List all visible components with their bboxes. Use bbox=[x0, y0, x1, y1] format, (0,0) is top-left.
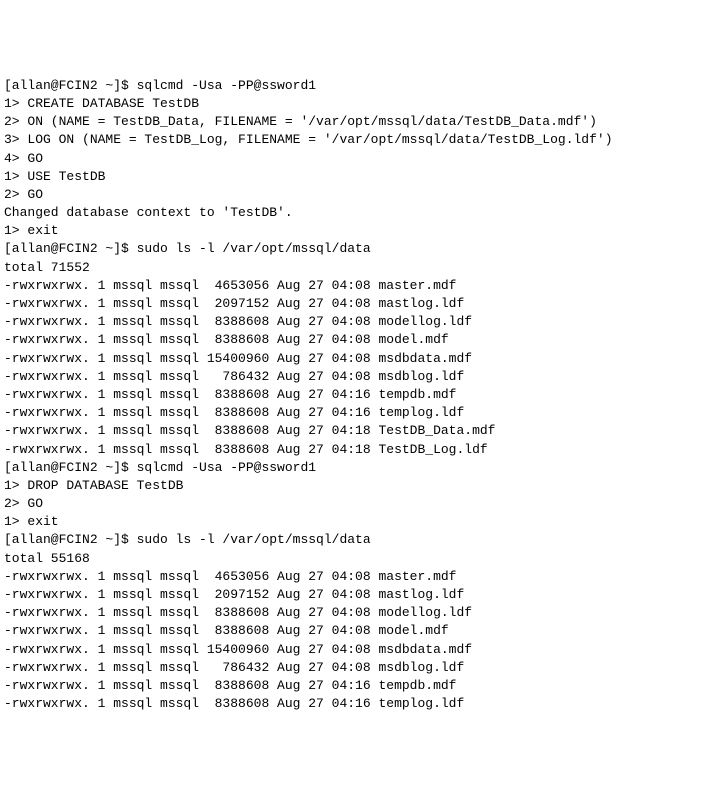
terminal-line: [allan@FCIN2 ~]$ sudo ls -l /var/opt/mss… bbox=[4, 531, 712, 549]
terminal-line: 3> LOG ON (NAME = TestDB_Log, FILENAME =… bbox=[4, 131, 712, 149]
terminal-line: -rwxrwxrwx. 1 mssql mssql 8388608 Aug 27… bbox=[4, 622, 712, 640]
terminal-line: -rwxrwxrwx. 1 mssql mssql 8388608 Aug 27… bbox=[4, 422, 712, 440]
terminal-output: [allan@FCIN2 ~]$ sqlcmd -Usa -PP@ssword1… bbox=[4, 77, 712, 714]
terminal-line: 2> ON (NAME = TestDB_Data, FILENAME = '/… bbox=[4, 113, 712, 131]
terminal-line: 1> DROP DATABASE TestDB bbox=[4, 477, 712, 495]
terminal-line: -rwxrwxrwx. 1 mssql mssql 8388608 Aug 27… bbox=[4, 331, 712, 349]
terminal-line: -rwxrwxrwx. 1 mssql mssql 786432 Aug 27 … bbox=[4, 368, 712, 386]
terminal-line: -rwxrwxrwx. 1 mssql mssql 15400960 Aug 2… bbox=[4, 350, 712, 368]
terminal-line: Changed database context to 'TestDB'. bbox=[4, 204, 712, 222]
terminal-line: -rwxrwxrwx. 1 mssql mssql 2097152 Aug 27… bbox=[4, 586, 712, 604]
terminal-line: -rwxrwxrwx. 1 mssql mssql 8388608 Aug 27… bbox=[4, 404, 712, 422]
terminal-line: 1> USE TestDB bbox=[4, 168, 712, 186]
terminal-line: 1> CREATE DATABASE TestDB bbox=[4, 95, 712, 113]
terminal-line: -rwxrwxrwx. 1 mssql mssql 8388608 Aug 27… bbox=[4, 604, 712, 622]
terminal-line: -rwxrwxrwx. 1 mssql mssql 4653056 Aug 27… bbox=[4, 568, 712, 586]
terminal-line: -rwxrwxrwx. 1 mssql mssql 8388608 Aug 27… bbox=[4, 386, 712, 404]
terminal-line: 4> GO bbox=[4, 150, 712, 168]
terminal-line: -rwxrwxrwx. 1 mssql mssql 8388608 Aug 27… bbox=[4, 313, 712, 331]
terminal-line: [allan@FCIN2 ~]$ sudo ls -l /var/opt/mss… bbox=[4, 240, 712, 258]
terminal-line: -rwxrwxrwx. 1 mssql mssql 8388608 Aug 27… bbox=[4, 695, 712, 713]
terminal-line: -rwxrwxrwx. 1 mssql mssql 8388608 Aug 27… bbox=[4, 677, 712, 695]
terminal-line: total 55168 bbox=[4, 550, 712, 568]
terminal-line: 2> GO bbox=[4, 186, 712, 204]
terminal-line: -rwxrwxrwx. 1 mssql mssql 4653056 Aug 27… bbox=[4, 277, 712, 295]
terminal-line: [allan@FCIN2 ~]$ sqlcmd -Usa -PP@ssword1 bbox=[4, 77, 712, 95]
terminal-line: 1> exit bbox=[4, 513, 712, 531]
terminal-line: [allan@FCIN2 ~]$ sqlcmd -Usa -PP@ssword1 bbox=[4, 459, 712, 477]
terminal-line: -rwxrwxrwx. 1 mssql mssql 15400960 Aug 2… bbox=[4, 641, 712, 659]
terminal-line: 2> GO bbox=[4, 495, 712, 513]
terminal-line: -rwxrwxrwx. 1 mssql mssql 786432 Aug 27 … bbox=[4, 659, 712, 677]
terminal-line: -rwxrwxrwx. 1 mssql mssql 2097152 Aug 27… bbox=[4, 295, 712, 313]
terminal-line: 1> exit bbox=[4, 222, 712, 240]
terminal-line: total 71552 bbox=[4, 259, 712, 277]
terminal-line: -rwxrwxrwx. 1 mssql mssql 8388608 Aug 27… bbox=[4, 441, 712, 459]
